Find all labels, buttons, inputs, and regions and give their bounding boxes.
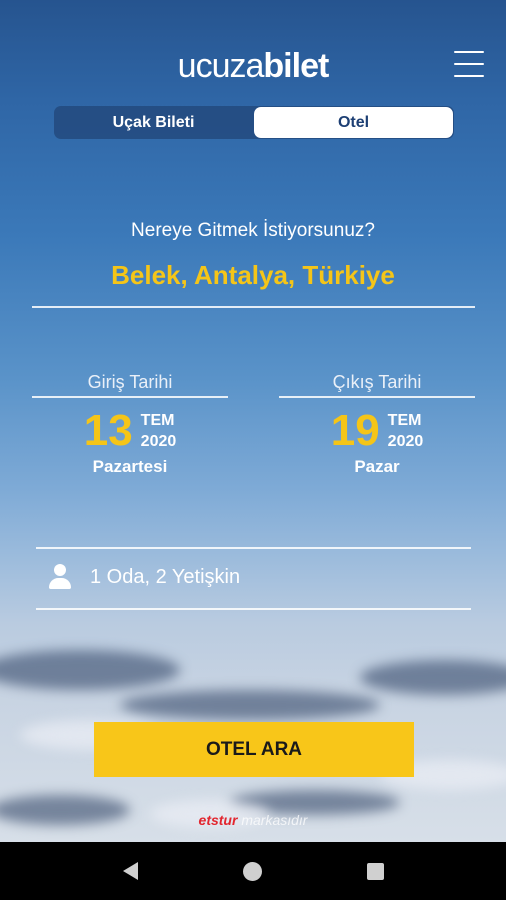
home-icon[interactable] — [242, 861, 262, 881]
checkout-underline — [279, 396, 475, 398]
guests-label: 1 Oda, 2 Yetişkin — [90, 565, 241, 588]
footer-suffix: markasıdır — [237, 812, 308, 828]
checkin-year: 2020 — [140, 433, 177, 450]
checkout-weekday: Pazar — [354, 457, 400, 476]
destination-field[interactable]: Belek, Antalya, Türkiye — [0, 260, 506, 291]
logo-thin-text: ucuza — [177, 47, 265, 85]
hamburger-menu-icon[interactable] — [454, 49, 484, 79]
checkout-date[interactable]: Çıkış Tarihi 19 TEM 2020 Pazar — [279, 372, 475, 477]
checkout-date-row: 19 TEM 2020 — [279, 409, 475, 453]
footer-brand: etstur markasıdır — [0, 812, 506, 828]
checkout-title: Çıkış Tarihi — [332, 372, 422, 392]
checkout-month-year: TEM 2020 — [388, 410, 424, 452]
back-icon[interactable] — [122, 862, 138, 880]
destination-question: Nereye Gitmek İstiyorsunuz? — [131, 220, 375, 241]
destination-underline — [32, 306, 475, 308]
checkin-date-row: 13 TEM 2020 — [32, 409, 228, 453]
guests-bottom-divider — [36, 608, 471, 610]
tab-flight[interactable]: Uçak Bileti — [54, 106, 253, 139]
cloud-decoration — [120, 690, 380, 720]
guests-selector[interactable]: 1 Oda, 2 Yetişkin — [48, 564, 240, 590]
checkout-year: 2020 — [387, 433, 424, 450]
checkin-month: TEM — [140, 412, 175, 429]
tab-bar: Uçak Bileti Otel — [54, 106, 454, 139]
etstur-logo: etstur — [198, 812, 238, 828]
checkout-month: TEM — [387, 412, 422, 429]
recent-apps-icon[interactable] — [366, 862, 384, 880]
cloud-decoration — [0, 650, 180, 690]
checkout-day: 19 — [330, 406, 380, 455]
checkin-weekday: Pazartesi — [92, 457, 168, 476]
app-screen: ucuzabilet Uçak Bileti Otel Nereye Gitme… — [0, 0, 506, 842]
checkin-month-year: TEM 2020 — [141, 410, 177, 452]
search-hotel-button[interactable]: OTEL ARA — [94, 722, 414, 777]
person-icon — [48, 564, 72, 590]
checkin-title: Giriş Tarihi — [87, 372, 173, 392]
system-navigation-bar — [0, 842, 506, 900]
app-logo: ucuzabilet — [0, 46, 506, 86]
logo-bold-text: bilet — [263, 47, 329, 85]
checkin-underline — [32, 396, 228, 398]
guests-top-divider — [36, 547, 471, 549]
cloud-decoration — [360, 660, 506, 695]
tab-hotel[interactable]: Otel — [254, 107, 453, 138]
checkin-date[interactable]: Giriş Tarihi 13 TEM 2020 Pazartesi — [32, 372, 228, 477]
checkin-day: 13 — [83, 406, 133, 455]
